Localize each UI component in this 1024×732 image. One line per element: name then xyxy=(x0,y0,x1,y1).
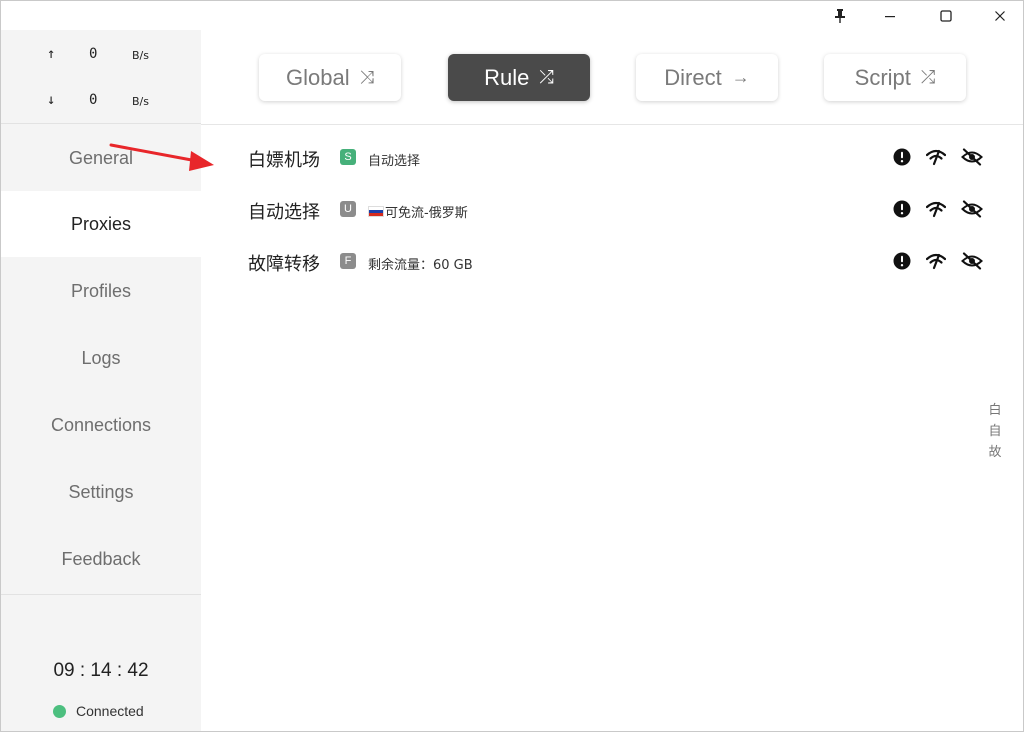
download-speed: ↓ 0 B/s xyxy=(1,92,201,112)
proxy-group-type-badge: F xyxy=(340,253,356,269)
minimize-button[interactable] xyxy=(867,1,913,31)
mode-rule-button[interactable]: Rule ⤮ xyxy=(448,54,590,101)
main-panel: Global ⤨ Rule ⤮ Direct → Script ⤮ 白嫖机场 S xyxy=(201,30,1023,731)
sidebar-item-profiles[interactable]: Profiles xyxy=(1,258,201,324)
exclamation-circle-icon xyxy=(893,148,911,166)
proxy-group-name: 白嫖机场 xyxy=(248,150,320,171)
status-dot-icon xyxy=(53,704,66,718)
proxy-group-current: 剩余流量：60 GB xyxy=(368,254,473,273)
eye-slash-icon xyxy=(961,200,983,218)
proxy-group-actions xyxy=(891,250,991,272)
exclamation-circle-icon xyxy=(893,200,911,218)
exclamation-circle-icon xyxy=(893,252,911,270)
upload-value: 0 xyxy=(89,46,98,62)
pin-icon xyxy=(835,9,845,23)
proxy-group-current-label: 自动选择 xyxy=(368,154,421,169)
mode-script-label: Script xyxy=(854,64,911,90)
sidebar-item-connections[interactable]: Connections xyxy=(1,392,201,458)
download-value: 0 xyxy=(89,92,98,108)
proxy-group-current: 自动选择 xyxy=(368,150,420,169)
wifi-test-icon xyxy=(926,149,946,166)
proxy-group-current-label: 剩余流量：60 GB xyxy=(368,258,473,273)
sidebar-item-feedback[interactable]: Feedback xyxy=(1,526,201,592)
split-icon: ⤮ xyxy=(920,67,936,87)
eye-slash-icon xyxy=(961,252,983,270)
title-bar xyxy=(1,1,1023,31)
group-latency-test-button[interactable] xyxy=(925,250,947,272)
clock: 09 : 14 : 42 xyxy=(53,660,149,681)
group-info-button[interactable] xyxy=(891,198,913,220)
mode-selector: Global ⤨ Rule ⤮ Direct → Script ⤮ xyxy=(201,30,1023,125)
arrow-right-icon: → xyxy=(731,67,750,87)
sidebar-item-proxies[interactable]: Proxies xyxy=(1,191,201,257)
proxy-group-current-label: 可免流-俄罗斯 xyxy=(385,206,468,221)
sidebar-divider xyxy=(1,594,201,595)
upload-arrow-icon: ↑ xyxy=(47,46,56,62)
mode-global-button[interactable]: Global ⤨ xyxy=(259,54,401,101)
group-latency-test-button[interactable] xyxy=(925,198,947,220)
group-info-button[interactable] xyxy=(891,250,913,272)
proxy-group-current: 可免流-俄罗斯 xyxy=(368,202,468,221)
group-index-item[interactable]: 白 xyxy=(988,400,1001,421)
group-hide-button[interactable] xyxy=(961,198,983,220)
proxy-group-name: 自动选择 xyxy=(248,202,320,223)
wifi-test-icon xyxy=(926,201,946,218)
download-unit: B/s xyxy=(132,95,149,108)
connection-status: Connected xyxy=(53,702,144,720)
proxy-group-actions xyxy=(891,198,991,220)
group-index-item[interactable]: 故 xyxy=(988,442,1001,463)
proxy-group[interactable]: 白嫖机场 S 自动选择 xyxy=(201,126,1023,178)
maximize-button[interactable] xyxy=(923,1,969,31)
proxy-group-type-badge: U xyxy=(340,201,356,217)
russia-flag-icon xyxy=(368,206,384,217)
eye-slash-icon xyxy=(961,148,983,166)
group-hide-button[interactable] xyxy=(961,146,983,168)
download-arrow-icon: ↓ xyxy=(47,92,56,108)
traffic-panel: ↑ 0 B/s ↓ 0 B/s xyxy=(1,30,201,124)
group-latency-test-button[interactable] xyxy=(925,146,947,168)
mode-direct-label: Direct xyxy=(664,64,722,90)
sidebar-item-general[interactable]: General xyxy=(1,125,201,191)
mode-script-button[interactable]: Script ⤮ xyxy=(824,54,966,101)
shuffle-icon: ⤨ xyxy=(359,67,374,87)
sidebar-item-settings[interactable]: Settings xyxy=(1,459,201,525)
wifi-test-icon xyxy=(926,253,946,270)
group-index-bar: 白 自 故 xyxy=(985,400,1005,463)
group-index-item[interactable]: 自 xyxy=(988,421,1001,442)
connection-status-label: Connected xyxy=(76,703,144,719)
app-window: ↑ 0 B/s ↓ 0 B/s General Proxies Profiles… xyxy=(0,0,1024,732)
minimize-icon xyxy=(885,16,895,18)
proxy-group[interactable]: 故障转移 F 剩余流量：60 GB xyxy=(201,230,1023,282)
proxy-group-name: 故障转移 xyxy=(248,254,320,275)
close-icon xyxy=(995,11,1005,21)
mode-global-label: Global xyxy=(286,64,350,90)
maximize-icon xyxy=(940,10,952,22)
split-icon: ⤮ xyxy=(539,67,554,87)
mode-direct-button[interactable]: Direct → xyxy=(636,54,778,101)
group-info-button[interactable] xyxy=(891,146,913,168)
upload-unit: B/s xyxy=(132,49,149,62)
pin-button[interactable] xyxy=(817,1,863,31)
sidebar-item-logs[interactable]: Logs xyxy=(1,325,201,391)
proxy-group-type-badge: S xyxy=(340,149,356,165)
close-button[interactable] xyxy=(977,1,1023,31)
sidebar: ↑ 0 B/s ↓ 0 B/s General Proxies Profiles… xyxy=(1,30,201,731)
proxy-group[interactable]: 自动选择 U 可免流-俄罗斯 xyxy=(201,178,1023,230)
proxy-group-actions xyxy=(891,146,991,168)
mode-rule-label: Rule xyxy=(484,64,530,90)
upload-speed: ↑ 0 B/s xyxy=(1,46,201,66)
group-hide-button[interactable] xyxy=(961,250,983,272)
